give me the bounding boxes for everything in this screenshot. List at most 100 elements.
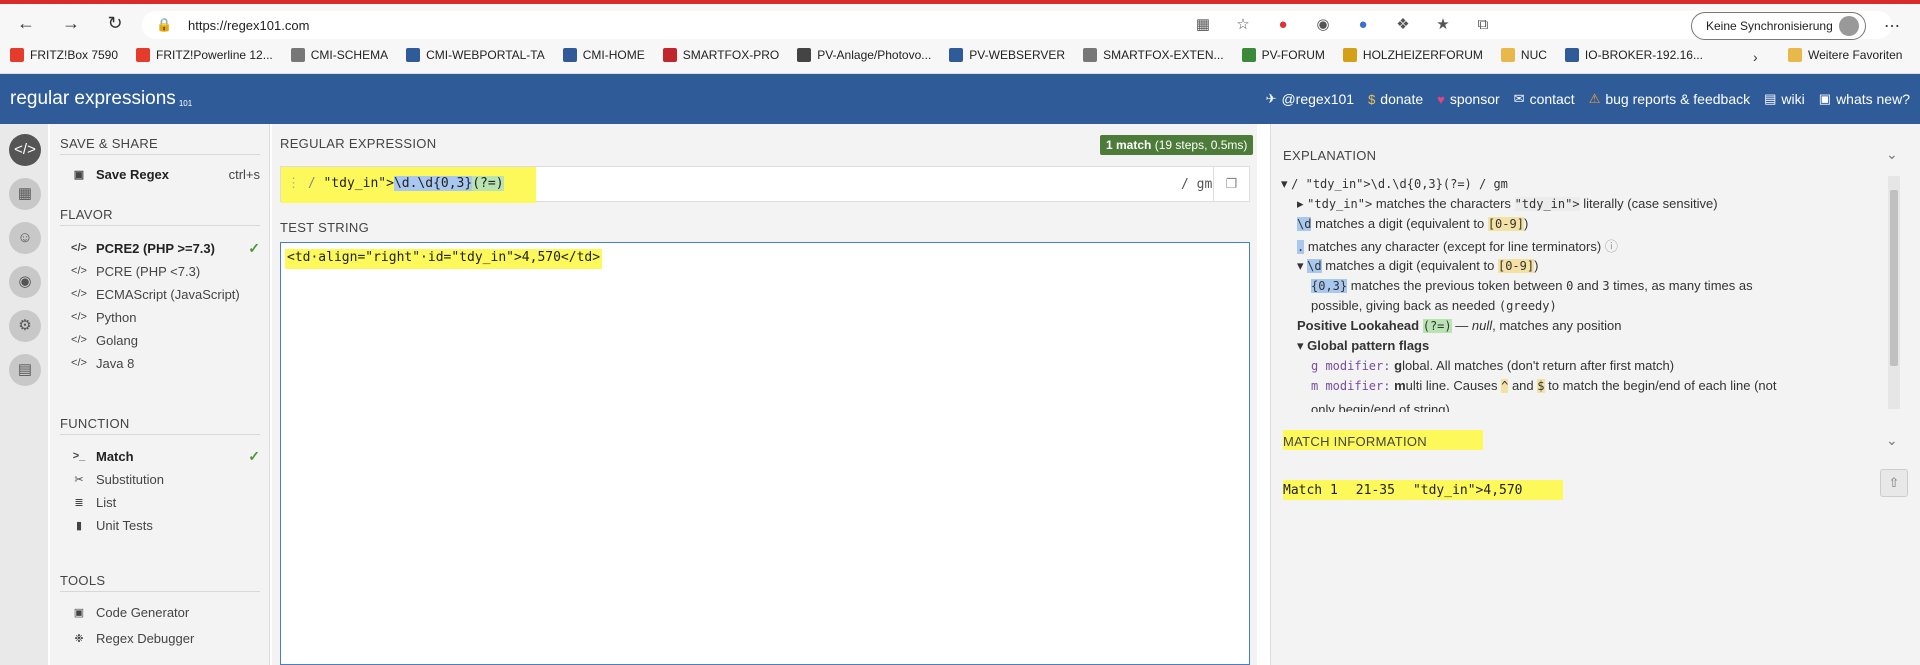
explanation-line: ▸ "tdy_in"> matches the characters "tdy_… [1297, 196, 1718, 212]
regex-text[interactable]: ⋮ / "tdy_in">\d.\d{0,3}(?=) [281, 167, 536, 203]
expand-triangle-icon[interactable]: ▸ [1297, 196, 1304, 211]
header-link-contact[interactable]: ✉ contact [1514, 91, 1575, 107]
bookmark-item[interactable]: SMARTFOX-PRO [662, 48, 780, 62]
scrollbar-thumb[interactable] [1890, 190, 1898, 366]
flavor-option[interactable]: </> Golang [70, 330, 260, 350]
bookmark-item[interactable]: SMARTFOX-EXTEN... [1083, 48, 1224, 62]
bookmark-item[interactable]: CMI-WEBPORTAL-TA [406, 48, 545, 62]
list-icon: ≣ [74, 496, 84, 509]
book-icon: ▤ [1764, 91, 1777, 106]
header-link-sponsor[interactable]: ♥ sponsor [1437, 91, 1500, 107]
explanation-root[interactable]: ▾ / "tdy_in">\d.\d{0,3}(?=) / gm [1281, 176, 1508, 192]
header-link-whats-new[interactable]: ▣ whats new? [1819, 91, 1910, 107]
match-value: "tdy_in">4,570 [1412, 482, 1523, 498]
extension-red-icon[interactable]: ● [1274, 16, 1292, 34]
regex-debugger-link[interactable]: ❉ Regex Debugger [70, 628, 260, 648]
library-icon[interactable]: ▦ [9, 178, 41, 210]
editor-icon[interactable]: </> [9, 134, 41, 166]
token: 3 [1602, 279, 1610, 293]
chat-icon[interactable]: ▤ [9, 354, 41, 386]
expand-triangle-icon[interactable]: ▾ [1297, 338, 1304, 353]
function-option[interactable]: ✂ Substitution [70, 469, 260, 489]
collapse-chevron-icon[interactable]: ⌄ [1886, 146, 1898, 163]
flavor-label: Python [96, 309, 137, 325]
flavor-option[interactable]: </> Java 8 [70, 353, 260, 373]
test-string-text[interactable]: <td·align="right"·id="tdy_in">4,570</td> [285, 249, 603, 269]
export-matches-icon[interactable]: ⇧ [1880, 469, 1908, 497]
header-link-label: contact [1529, 91, 1575, 107]
flavor-option[interactable]: </> PCRE (PHP <7.3) [70, 261, 260, 281]
expand-triangle-icon[interactable]: ▾ [1297, 258, 1304, 273]
bookmark-favicon-icon [1564, 48, 1579, 62]
extension-blue-icon[interactable]: ● [1354, 16, 1372, 34]
flavor-option[interactable]: </> ECMAScript (JavaScript) [70, 284, 260, 304]
bookmark-item[interactable]: PV-FORUM [1241, 48, 1325, 62]
divider [60, 434, 260, 435]
code-brackets-icon: </> [71, 357, 87, 369]
bookmark-item[interactable]: CMI-HOME [562, 48, 645, 62]
token: \d [1297, 217, 1312, 231]
header-link-regex101[interactable]: ✈ @regex101 [1266, 91, 1355, 107]
explanation-line: m modifier: multi line. Causes ^ and $ t… [1311, 378, 1777, 393]
extension-grey-icon[interactable]: ◉ [1314, 16, 1332, 34]
explanation-scrollbar[interactable] [1888, 176, 1900, 409]
more-menu-icon[interactable]: ⋯ [1884, 16, 1900, 36]
save-regex-label: Save Regex [96, 166, 169, 182]
help-icon[interactable]: ⓘ [1605, 239, 1618, 254]
expand-triangle-icon[interactable]: ▾ [1281, 176, 1288, 191]
save-regex-button[interactable]: ▣ Save Regex ctrl+s [70, 164, 260, 184]
drag-handle-icon[interactable]: ⋮ [287, 176, 300, 191]
address-bar[interactable]: 🔒 https://regex101.com ▦ ☆ ● ◉ ● ❖ ★ ⧉ [142, 11, 1892, 39]
bookmarks-overflow-chevron-icon[interactable]: › [1753, 49, 1758, 65]
explanation-text: and [1511, 378, 1534, 393]
function-option[interactable]: >_ Match ✓ [70, 446, 260, 466]
bookmark-item[interactable]: PV-WEBSERVER [949, 48, 1065, 62]
warning-icon: ⚠ [1588, 91, 1601, 106]
bookmark-item[interactable]: FRITZ!Box 7590 [10, 48, 118, 62]
collapse-chevron-icon[interactable]: ⌄ [1886, 432, 1898, 449]
match-row[interactable]: Match 1 21-35 "tdy_in">4,570 [1283, 480, 1563, 500]
flavor-option[interactable]: </> PCRE2 (PHP >=7.3) ✓ [70, 238, 260, 258]
app-install-icon[interactable]: ▦ [1194, 16, 1212, 34]
reload-icon[interactable]: ↻ [104, 12, 126, 34]
token: g modifier: [1311, 359, 1391, 373]
test-string-input[interactable]: <td·align="right"·id="tdy_in">4,570</td> [280, 242, 1250, 665]
flavor-label: PCRE (PHP <7.3) [96, 263, 201, 279]
site-logo[interactable]: regular expressions 101 [10, 88, 192, 110]
account-icon[interactable]: ☺ [9, 222, 41, 254]
code-brackets-icon: </> [71, 311, 87, 323]
quiz-gamepad-icon[interactable]: ◉ [9, 266, 41, 298]
explanation-text: literally (case sensitive) [1583, 196, 1718, 211]
copy-icon[interactable]: ❐ [1213, 167, 1249, 201]
bookmark-item[interactable]: HOLZHEIZERFORUM [1342, 48, 1483, 62]
bookmark-item[interactable]: IO-BROKER-192.16... [1564, 48, 1703, 62]
other-favorites-folder[interactable]: Weitere Favoriten [1788, 48, 1902, 62]
function-label: List [96, 494, 117, 510]
header-link-donate[interactable]: $ donate [1368, 91, 1423, 107]
token: (greedy) [1498, 299, 1557, 313]
sync-button[interactable]: Keine Synchronisierung [1691, 12, 1866, 40]
back-icon[interactable]: ← [15, 12, 37, 34]
header-link-wiki[interactable]: ▤ wiki [1764, 91, 1805, 107]
bookmark-item[interactable]: PV-Anlage/Photovo... [797, 48, 931, 62]
explanation-text: and [1576, 278, 1599, 293]
regex-flags[interactable]: / gm [1181, 177, 1212, 192]
bookmark-item[interactable]: CMI-SCHEMA [290, 48, 388, 62]
bookmark-item[interactable]: NUC [1500, 48, 1547, 62]
extensions-puzzle-icon[interactable]: ❖ [1394, 16, 1412, 34]
header-link-bug-reports-feedback[interactable]: ⚠ bug reports & feedback [1589, 91, 1750, 107]
favorites-icon[interactable]: ★ [1434, 16, 1452, 34]
collections-icon[interactable]: ⧉ [1474, 16, 1492, 34]
bookmark-label: SMARTFOX-PRO [682, 48, 780, 62]
regex-input[interactable]: ⋮ / "tdy_in">\d.\d{0,3}(?=) / gm ❐ [280, 166, 1250, 203]
favorite-star-icon[interactable]: ☆ [1234, 16, 1252, 34]
function-option[interactable]: ▮ Unit Tests [70, 515, 260, 535]
flavor-option[interactable]: </> Python [70, 307, 260, 327]
function-option[interactable]: ≣ List [70, 492, 260, 512]
bookmark-item[interactable]: FRITZ!Powerline 12... [136, 48, 273, 62]
code-generator-link[interactable]: ▣ Code Generator [70, 602, 260, 622]
settings-gear-icon[interactable]: ⚙ [9, 310, 41, 342]
regex-digit-token: \d.\d{0,3} [393, 176, 473, 191]
forward-icon[interactable]: → [60, 12, 82, 34]
token: \d [1307, 259, 1322, 273]
